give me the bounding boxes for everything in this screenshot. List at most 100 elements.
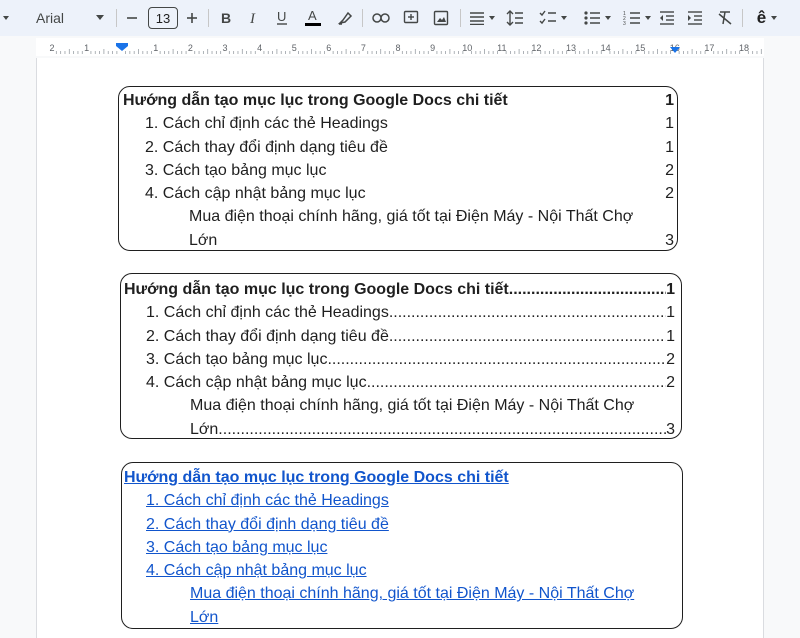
toolbar: Arial 13 B I U A 1 2 3 ê bbox=[0, 0, 800, 36]
toc-entry-text[interactable]: 1. Cách chỉ định các thẻ Headings bbox=[146, 489, 389, 512]
toc-entry-text[interactable]: 2. Cách thay đổi định dạng tiêu đề bbox=[146, 513, 389, 536]
toc-page-number: 1 bbox=[665, 92, 674, 109]
toc-entry[interactable]: Mua điện thoại chính hãng, giá tốt tại Đ… bbox=[124, 582, 676, 605]
toc-entry-text: 2. Cách thay đổi định dạng tiêu đề bbox=[146, 327, 389, 345]
italic-icon[interactable]: I bbox=[244, 6, 264, 30]
input-tool-glyph: ê bbox=[756, 8, 767, 27]
toc-entry-text: Hướng dẫn tạo mục lục trong Google Docs … bbox=[124, 281, 509, 298]
insert-image-icon[interactable] bbox=[430, 6, 452, 30]
toc-entry[interactable]: 4. Cách cập nhật bảng mục lục bbox=[124, 559, 676, 582]
toc-entry-text[interactable]: Lớn bbox=[190, 606, 218, 629]
toc-links[interactable]: Hướng dẫn tạo mục lục trong Google Docs … bbox=[121, 462, 683, 629]
toc-page-number: 1 bbox=[666, 327, 675, 345]
font-selector[interactable]: Arial bbox=[30, 6, 110, 30]
toc-entry-text[interactable]: Hướng dẫn tạo mục lục trong Google Docs … bbox=[124, 466, 509, 489]
toc-entry-text[interactable]: 3. Cách tạo bảng mục lục bbox=[146, 536, 327, 559]
ruler-ticks: 21123456789101112131415161718 bbox=[49, 43, 762, 54]
caret-left-icon[interactable] bbox=[0, 6, 12, 30]
toc-entry[interactable]: 1. Cách chỉ định các thẻ Headings.......… bbox=[124, 301, 675, 324]
toc-entry-text[interactable]: Mua điện thoại chính hãng, giá tốt tại Đ… bbox=[190, 582, 634, 605]
svg-text:3: 3 bbox=[623, 21, 626, 26]
toc-entry-continuation[interactable]: Lớn.....................................… bbox=[124, 418, 675, 441]
toolbar-divider bbox=[116, 9, 117, 27]
font-name: Arial bbox=[36, 10, 65, 26]
toc-entry[interactable]: 2. Cách thay đổi định dạng tiêu đề......… bbox=[124, 325, 675, 348]
toc-entry-text: 3. Cách tạo bảng mục lục bbox=[145, 161, 327, 179]
bold-icon[interactable]: B bbox=[216, 6, 236, 30]
input-tools-icon[interactable]: ê bbox=[752, 6, 782, 30]
bulleted-list-icon[interactable] bbox=[578, 6, 616, 30]
toc-page-number: 3 bbox=[665, 231, 674, 249]
increase-indent-icon[interactable] bbox=[684, 6, 706, 30]
dot-leader: ........................................… bbox=[218, 420, 667, 438]
font-size-input[interactable]: 13 bbox=[148, 7, 178, 29]
toc-entry-continuation[interactable]: Lớn bbox=[124, 606, 676, 629]
svg-text:B: B bbox=[221, 11, 231, 25]
align-icon[interactable] bbox=[466, 6, 498, 30]
toc-entry[interactable]: 3. Cách tạo bảng mục lục bbox=[124, 536, 676, 559]
ruler-number: 14 bbox=[601, 43, 611, 53]
highlight-icon[interactable] bbox=[334, 6, 356, 30]
toc-entry[interactable]: Hướng dẫn tạo mục lục trong Google Docs … bbox=[124, 278, 675, 301]
toc-entry-text: Hướng dẫn tạo mục lục trong Google Docs … bbox=[123, 92, 508, 109]
toc-entry[interactable]: Mua điện thoại chính hãng, giá tốt tại Đ… bbox=[123, 205, 674, 228]
toc-entry[interactable]: 2. Cách thay đổi định dạng tiêu đề 1 bbox=[123, 136, 674, 159]
line-spacing-icon[interactable] bbox=[504, 6, 526, 30]
add-comment-icon[interactable] bbox=[400, 6, 422, 30]
ruler[interactable]: 21123456789101112131415161718 bbox=[0, 36, 800, 58]
toc-entry[interactable]: Hướng dẫn tạo mục lục trong Google Docs … bbox=[124, 466, 676, 489]
ruler-number: 9 bbox=[430, 43, 435, 53]
toc-entry[interactable]: Hướng dẫn tạo mục lục trong Google Docs … bbox=[123, 89, 674, 112]
toc-entry[interactable]: 4. Cách cập nhật bảng mục lục 2 bbox=[123, 182, 674, 205]
ruler-number: 7 bbox=[361, 43, 366, 53]
ruler-number: 12 bbox=[531, 43, 541, 53]
plus-icon[interactable] bbox=[182, 6, 202, 30]
ruler-number: 8 bbox=[395, 43, 400, 53]
toc-entry-text: Lớn bbox=[189, 231, 218, 249]
toc-page-number: 1 bbox=[666, 281, 675, 298]
ruler-number: 1 bbox=[84, 43, 89, 53]
minus-icon[interactable] bbox=[122, 6, 142, 30]
toc-entry-text: Mua điện thoại chính hãng, giá tốt tại Đ… bbox=[189, 208, 634, 226]
checklist-icon[interactable] bbox=[534, 6, 572, 30]
toc-entry-text[interactable]: 4. Cách cập nhật bảng mục lục bbox=[146, 559, 367, 582]
toc-page-number: 2 bbox=[666, 350, 675, 368]
toc-dotted[interactable]: Hướng dẫn tạo mục lục trong Google Docs … bbox=[120, 273, 682, 439]
toolbar-divider bbox=[208, 9, 209, 27]
dot-leader: ........................................… bbox=[388, 304, 666, 322]
ruler-number: 2 bbox=[49, 43, 54, 53]
toc-entry[interactable]: 3. Cách tạo bảng mục lục................… bbox=[124, 348, 675, 371]
toc-entry[interactable]: 1. Cách chỉ định các thẻ Headings bbox=[124, 489, 676, 512]
toc-plain[interactable]: Hướng dẫn tạo mục lục trong Google Docs … bbox=[118, 86, 678, 251]
svg-text:A: A bbox=[308, 8, 317, 23]
toc-page-number: 3 bbox=[666, 420, 675, 438]
ruler-number: 1 bbox=[153, 43, 158, 53]
ruler-number: 13 bbox=[566, 43, 576, 53]
toc-entry[interactable]: 1. Cách chỉ định các thẻ Headings 1 bbox=[123, 112, 674, 135]
link-icon[interactable] bbox=[370, 6, 392, 30]
dot-leader: ........................................… bbox=[366, 374, 667, 392]
decrease-indent-icon[interactable] bbox=[656, 6, 678, 30]
ruler-number: 18 bbox=[739, 43, 749, 53]
toc-entry-text: 4. Cách cập nhật bảng mục lục bbox=[146, 374, 367, 392]
document-page[interactable]: Hướng dẫn tạo mục lục trong Google Docs … bbox=[36, 58, 764, 638]
toc-entry[interactable]: 3. Cách tạo bảng mục lục 2 bbox=[123, 159, 674, 182]
svg-text:U: U bbox=[277, 10, 286, 24]
toolbar-divider bbox=[362, 9, 363, 27]
toc-entry[interactable]: Mua điện thoại chính hãng, giá tốt tại Đ… bbox=[124, 394, 675, 417]
toc-entry-text: 1. Cách chỉ định các thẻ Headings bbox=[145, 115, 388, 133]
text-color-icon[interactable]: A bbox=[302, 6, 324, 30]
ruler-number: 4 bbox=[257, 43, 262, 53]
numbered-list-icon[interactable]: 123 bbox=[618, 6, 656, 30]
underline-icon[interactable]: U bbox=[272, 6, 292, 30]
toc-entry[interactable]: 2. Cách thay đổi định dạng tiêu đề bbox=[124, 513, 676, 536]
left-indent-marker[interactable] bbox=[116, 43, 128, 51]
clear-formatting-icon[interactable] bbox=[714, 6, 736, 30]
ruler-number: 17 bbox=[704, 43, 714, 53]
ruler-number: 3 bbox=[222, 43, 227, 53]
toc-entry-continuation[interactable]: Lớn 3 bbox=[123, 229, 674, 252]
toc-page-number: 2 bbox=[665, 161, 674, 179]
toc-entry[interactable]: 4. Cách cập nhật bảng mục lục...........… bbox=[124, 371, 675, 394]
toc-page-number: 1 bbox=[665, 115, 674, 133]
ruler-number: 6 bbox=[326, 43, 331, 53]
